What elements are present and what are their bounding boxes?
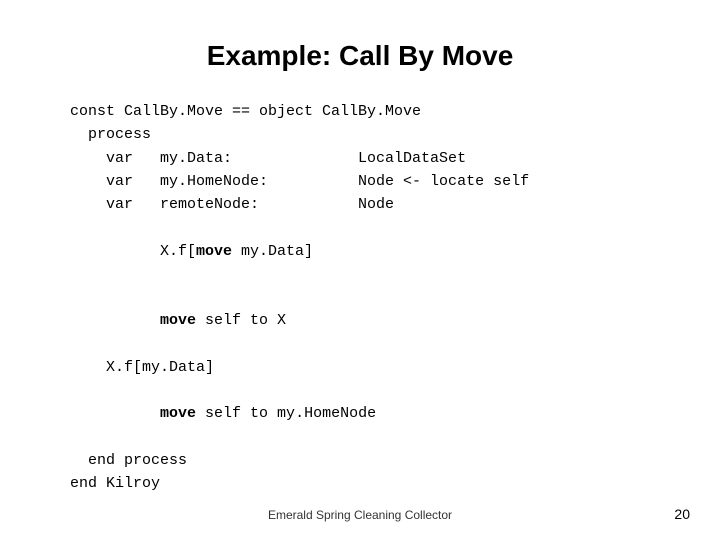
code-line-6-post: my.Data] [232, 243, 313, 260]
code-line-9-pre [124, 405, 160, 422]
footer-text: Emerald Spring Cleaning Collector [268, 508, 452, 522]
code-line-3: var my.Data: LocalDataSet [70, 147, 670, 170]
code-line-8: X.f[my.Data] [70, 356, 670, 379]
code-line-1: const CallBy.Move == object CallBy.Move [70, 100, 670, 123]
code-line-4: var my.HomeNode: Node <- locate self [70, 170, 670, 193]
code-line-7-pre [124, 312, 160, 329]
slide: Example: Call By Move const CallBy.Move … [0, 0, 720, 540]
code-line-9: move self to my.HomeNode [70, 379, 670, 449]
code-line-6-bold: move [196, 243, 232, 260]
code-line-6: X.f[move my.Data] [70, 216, 670, 286]
code-line-9-post: self to my.HomeNode [196, 405, 376, 422]
slide-title: Example: Call By Move [50, 40, 670, 72]
code-line-5: var remoteNode: Node [70, 193, 670, 216]
code-line-6-pre: X.f[ [124, 243, 196, 260]
code-block: const CallBy.Move == object CallBy.Move … [70, 100, 670, 495]
code-line-7-bold: move [160, 312, 196, 329]
code-line-11: end Kilroy [70, 472, 670, 495]
footer: Emerald Spring Cleaning Collector [0, 508, 720, 522]
code-line-10: end process [70, 449, 670, 472]
page-number: 20 [674, 506, 690, 522]
code-line-7-post: self to X [196, 312, 286, 329]
code-line-9-bold: move [160, 405, 196, 422]
code-line-2: process [70, 123, 670, 146]
code-line-7: move self to X [70, 286, 670, 356]
